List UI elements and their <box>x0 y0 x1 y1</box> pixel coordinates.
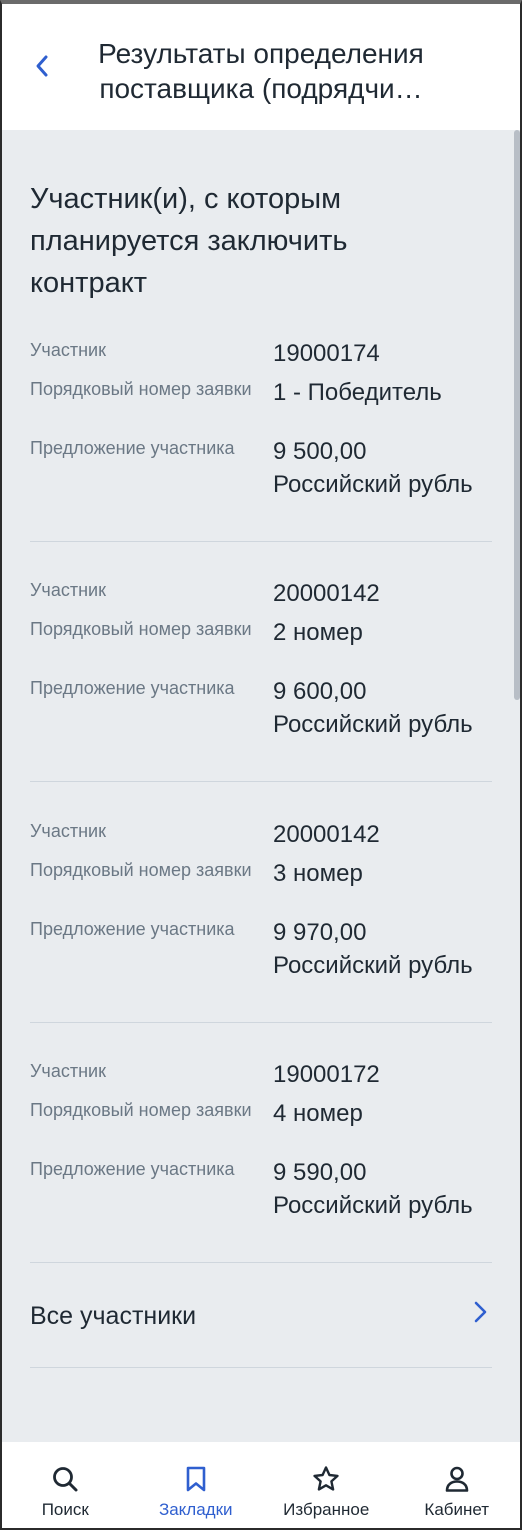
tab-label: Поиск <box>41 1500 89 1519</box>
chevron-left-icon <box>36 55 48 77</box>
participant-card: Участник 19000174 Порядковый номер заявк… <box>30 302 492 542</box>
offer-amount: 9 600,00 <box>273 678 367 705</box>
page-title: Результаты определения поставщика (подря… <box>98 38 424 104</box>
tab-label: Избранное <box>283 1500 370 1519</box>
star-icon <box>313 1466 339 1491</box>
tab-label: Закладки <box>158 1500 233 1519</box>
tab-search[interactable]: Поиск <box>0 1442 130 1530</box>
participant-label: Участник <box>30 580 106 600</box>
order-number-value: 2 номер <box>273 619 363 646</box>
search-icon <box>53 1467 78 1492</box>
tab-account[interactable]: Кабинет <box>392 1442 522 1530</box>
scrollbar[interactable] <box>514 130 520 700</box>
all-participants-label: Все участники <box>30 1302 197 1330</box>
participant-value: 19000174 <box>273 340 380 367</box>
bottom-tab-bar: Поиск Закладки Избранное Кабинет <box>0 1442 522 1530</box>
order-number-label: Порядковый номер заявки <box>30 1100 252 1120</box>
chevron-right-icon <box>474 1301 487 1323</box>
tab-label: Кабинет <box>424 1500 490 1519</box>
offer-label: Предложение участника <box>30 919 235 939</box>
order-number-value: 4 номер <box>273 1100 363 1127</box>
participant-card: Участник 19000172 Порядковый номер заявк… <box>30 1023 492 1263</box>
order-number-label: Порядковый номер заявки <box>30 379 252 399</box>
offer-label: Предложение участника <box>30 1159 235 1179</box>
offer-currency: Российский рубль <box>273 471 473 498</box>
order-number-label: Порядковый номер заявки <box>30 619 252 639</box>
offer-currency: Российский рубль <box>273 1192 473 1219</box>
participant-value: 20000142 <box>273 580 380 607</box>
top-app-bar: Результаты определения поставщика (подря… <box>0 0 522 130</box>
participant-label: Участник <box>30 821 106 841</box>
offer-amount: 9 500,00 <box>273 438 367 465</box>
section-title: Участник(и), с которым планируется заклю… <box>30 183 348 299</box>
all-participants-link[interactable]: Все участники <box>30 1264 492 1368</box>
user-icon <box>445 1466 469 1492</box>
order-number-value: 3 номер <box>273 860 363 887</box>
bookmark-icon <box>186 1466 206 1492</box>
order-number-label: Порядковый номер заявки <box>30 860 252 880</box>
participant-value: 20000142 <box>273 821 380 848</box>
participant-label: Участник <box>30 340 106 360</box>
offer-currency: Российский рубль <box>273 952 473 979</box>
offer-amount: 9 970,00 <box>273 919 367 946</box>
tab-bookmarks[interactable]: Закладки <box>131 1442 261 1530</box>
offer-currency: Российский рубль <box>273 711 473 738</box>
offer-label: Предложение участника <box>30 438 235 458</box>
participant-card: Участник 20000142 Порядковый номер заявк… <box>30 783 492 1023</box>
back-button[interactable] <box>26 50 58 82</box>
offer-amount: 9 590,00 <box>273 1159 367 1186</box>
participant-label: Участник <box>30 1061 106 1081</box>
offer-label: Предложение участника <box>30 678 235 698</box>
tab-favorites[interactable]: Избранное <box>261 1442 391 1530</box>
participant-card: Участник 20000142 Порядковый номер заявк… <box>30 542 492 782</box>
content-scroll-area[interactable]: Участник(и), с которым планируется заклю… <box>0 130 522 1442</box>
participant-value: 19000172 <box>273 1061 380 1088</box>
order-number-value: 1 - Победитель <box>273 379 442 406</box>
